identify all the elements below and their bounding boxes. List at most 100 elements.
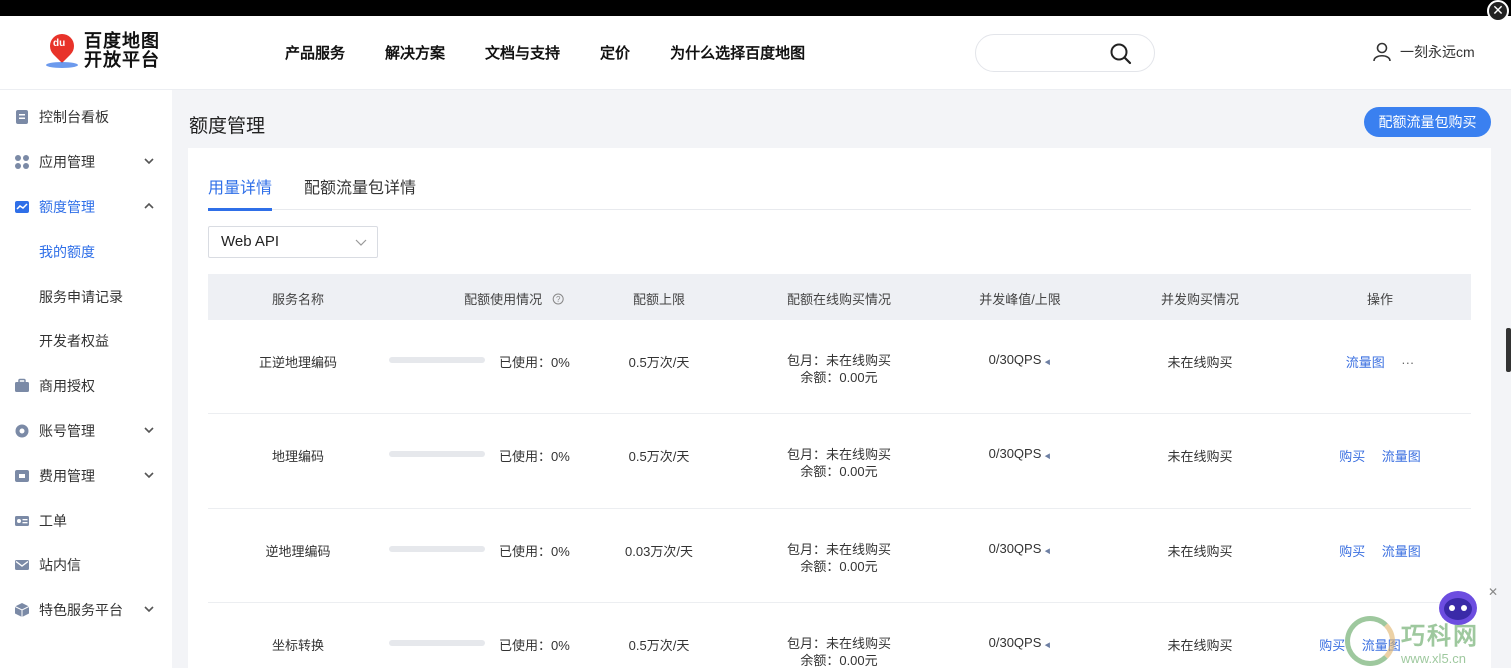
- service-type-value: Web API: [221, 233, 280, 250]
- monthly-status: 包月：未在线购买: [786, 636, 892, 651]
- search-input[interactable]: [988, 35, 1118, 71]
- sidebar-item-label: 额度管理: [39, 199, 95, 215]
- close-icon[interactable]: ✕: [1487, 0, 1509, 22]
- traffic-chart-link[interactable]: 流量图: [1346, 355, 1385, 370]
- chevron-down-icon[interactable]: [142, 602, 156, 616]
- table-row: 坐标转换 已使用：0% 0.5万次/天 包月：未在线购买 余额：0.00元 0/…: [208, 604, 1471, 668]
- usage-bar: [389, 640, 485, 646]
- sidebar-item-label: 服务申请记录: [39, 289, 123, 305]
- sidebar-item-label: 工单: [39, 513, 67, 529]
- nav-solutions[interactable]: 解决方案: [385, 42, 445, 63]
- sidebar-item-commercial-license[interactable]: 商用授权: [0, 364, 172, 408]
- chevron-down-icon[interactable]: [142, 468, 156, 482]
- buy-quota-package-button[interactable]: 配额流量包购买: [1364, 107, 1491, 137]
- window-top-bar: [0, 0, 1511, 16]
- page-title: 额度管理: [189, 116, 266, 137]
- expand-triangle-icon[interactable]: [1044, 640, 1053, 649]
- table-row: 正逆地理编码 已使用：0% 0.5万次/天 包月：未在线购买 余额：0.00元 …: [208, 320, 1471, 414]
- traffic-chart-link[interactable]: 流量图: [1382, 449, 1421, 464]
- quota-limit: 0.03万次/天: [625, 544, 693, 559]
- concurrency-purchase: 未在线购买: [1167, 544, 1233, 559]
- qps-text: 0/30QPS: [988, 541, 1042, 556]
- service-type-select[interactable]: Web API: [208, 226, 378, 258]
- balance: 余额：0.00元: [800, 464, 878, 479]
- nav-pricing[interactable]: 定价: [600, 42, 630, 63]
- tab-package-details[interactable]: 配额流量包详情: [304, 174, 416, 208]
- online-purchase-status: 包月：未在线购买 余额：0.00元: [787, 446, 891, 480]
- sidebar-item-dashboard[interactable]: 控制台看板: [0, 95, 172, 139]
- chevron-up-icon[interactable]: [142, 199, 156, 213]
- nav-docs[interactable]: 文档与支持: [485, 42, 560, 63]
- balance: 余额：0.00元: [800, 653, 878, 668]
- service-name: 逆地理编码: [265, 544, 331, 559]
- quota-limit: 0.5万次/天: [628, 638, 690, 653]
- service-name: 地理编码: [271, 449, 325, 464]
- sidebar-item-my-quota[interactable]: 我的额度: [0, 230, 172, 274]
- baidu-map-logo[interactable]: du 百度地图 开放平台: [44, 29, 160, 70]
- buy-link[interactable]: 购买: [1319, 638, 1345, 653]
- expand-triangle-icon[interactable]: [1044, 451, 1053, 460]
- main-nav: 产品服务 解决方案 文档与支持 定价 为什么选择百度地图: [285, 42, 805, 63]
- logo-line-2: 开放平台: [84, 50, 160, 70]
- expand-triangle-icon[interactable]: [1044, 357, 1053, 366]
- buy-link[interactable]: 购买: [1339, 544, 1365, 559]
- wallet-icon: [15, 470, 29, 482]
- sidebar-item-label: 应用管理: [39, 154, 95, 170]
- row-actions: 流量图 ···: [1340, 352, 1420, 372]
- user-name: 一刻永远cm: [1400, 44, 1475, 60]
- search-icon[interactable]: [1110, 43, 1132, 65]
- table-header: 服务名称 配额使用情况 ? 配额上限 配额在线购买情况 并发峰值/上限 并发购买…: [208, 274, 1471, 320]
- sidebar-item-featured-services[interactable]: 特色服务平台: [0, 588, 172, 632]
- sidebar-item-label: 站内信: [39, 557, 81, 573]
- nav-why-baidu[interactable]: 为什么选择百度地图: [670, 42, 805, 63]
- concurrency-value: 0/30QPS: [989, 635, 1053, 650]
- tab-usage-details[interactable]: 用量详情: [208, 174, 273, 211]
- usage-text: 已使用：0%: [499, 638, 570, 653]
- apps-icon: [15, 155, 29, 169]
- close-icon[interactable]: ✕: [1488, 585, 1498, 599]
- chevron-down-icon[interactable]: [142, 423, 156, 437]
- th-quota-limit: 配额上限: [632, 292, 686, 307]
- user-icon: [1373, 42, 1391, 62]
- watermark-title: 巧科网: [1401, 623, 1479, 650]
- mail-icon: [15, 560, 29, 570]
- th-online-purchase: 配额在线购买情况: [786, 292, 892, 307]
- service-name: 正逆地理编码: [258, 355, 338, 370]
- site-header: du 百度地图 开放平台 产品服务 解决方案 文档与支持 定价 为什么选择百度地…: [0, 16, 1511, 90]
- sidebar-item-label: 我的额度: [39, 244, 95, 260]
- watermark-text: 巧科网 www.xl5.cn: [1401, 616, 1479, 666]
- table-row: 逆地理编码 已使用：0% 0.03万次/天 包月：未在线购买 余额：0.00元 …: [208, 509, 1471, 603]
- sidebar-item-tickets[interactable]: 工单: [0, 499, 172, 543]
- user-menu[interactable]: 一刻永远cm: [1372, 42, 1475, 62]
- dashboard-icon: [16, 110, 28, 124]
- sidebar-item-label: 特色服务平台: [39, 602, 123, 618]
- traffic-chart-link[interactable]: 流量图: [1382, 544, 1421, 559]
- monthly-status: 包月：未在线购买: [786, 542, 892, 557]
- sidebar-item-apps[interactable]: 应用管理: [0, 140, 172, 184]
- th-actions: 操作: [1366, 292, 1394, 307]
- sidebar-item-billing[interactable]: 费用管理: [0, 454, 172, 498]
- side-scroll-handle[interactable]: [1506, 328, 1511, 372]
- sidebar: 控制台看板 应用管理 额度管理 我的额度 服务申请记录 开发者权益 商用授权 账…: [0, 90, 172, 668]
- usage-bar: [389, 546, 485, 552]
- sidebar-item-quota[interactable]: 额度管理: [0, 185, 172, 229]
- balance: 余额：0.00元: [800, 370, 878, 385]
- logo-line-1: 百度地图: [84, 31, 160, 51]
- expand-triangle-icon[interactable]: [1044, 546, 1053, 555]
- buy-link[interactable]: 购买: [1339, 449, 1365, 464]
- sidebar-item-service-requests[interactable]: 服务申请记录: [0, 275, 172, 319]
- sidebar-item-label: 开发者权益: [39, 333, 109, 349]
- chevron-down-icon[interactable]: [142, 154, 156, 168]
- nav-products[interactable]: 产品服务: [285, 42, 345, 63]
- online-purchase-status: 包月：未在线购买 余额：0.00元: [787, 352, 891, 386]
- concurrency-purchase: 未在线购买: [1167, 638, 1233, 653]
- sidebar-item-developer-benefits[interactable]: 开发者权益: [0, 319, 172, 363]
- help-icon[interactable]: ?: [552, 293, 564, 305]
- gear-icon: [15, 424, 29, 438]
- quota-limit: 0.5万次/天: [628, 449, 690, 464]
- concurrency-purchase: 未在线购买: [1167, 449, 1233, 464]
- sidebar-item-messages[interactable]: 站内信: [0, 543, 172, 587]
- watermark-url: www.xl5.cn: [1401, 651, 1467, 666]
- sidebar-item-account[interactable]: 账号管理: [0, 409, 172, 453]
- more-icon[interactable]: ···: [1401, 355, 1414, 370]
